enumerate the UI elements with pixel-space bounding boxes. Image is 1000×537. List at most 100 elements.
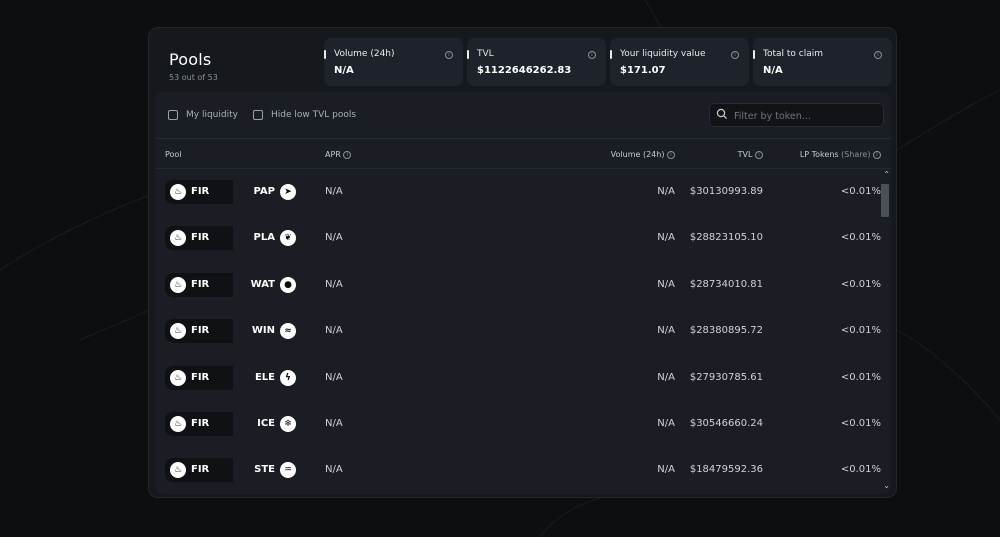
- token-b: STE ♒: [233, 458, 301, 483]
- hide-low-tvl-checkbox[interactable]: Hide low TVL pools: [253, 110, 356, 120]
- token-b: ELE ϟ: [233, 365, 301, 390]
- info-icon[interactable]: i: [445, 51, 453, 59]
- token-b-symbol: WIN: [251, 325, 275, 337]
- fire-icon: ♨: [170, 323, 186, 340]
- tvl-value: $30130993.89: [689, 186, 763, 197]
- token-a-symbol: FIR: [191, 464, 210, 476]
- search-input[interactable]: [732, 107, 881, 125]
- stat-label: Total to claim: [763, 49, 824, 59]
- col-pool[interactable]: Pool: [165, 150, 182, 159]
- pool-count: 53 out of 53: [169, 73, 218, 82]
- apr-value: N/A: [325, 325, 343, 337]
- token-b-symbol: ICE: [257, 417, 275, 429]
- stat-value: $1122646262.83: [477, 65, 572, 76]
- info-icon[interactable]: i: [755, 150, 763, 159]
- col-apr[interactable]: APR i: [325, 150, 352, 159]
- info-icon[interactable]: i: [667, 150, 675, 159]
- lp-share-value: <0.01%: [840, 417, 881, 429]
- checkbox-box[interactable]: [168, 110, 178, 120]
- volume-value: N/A: [657, 232, 675, 244]
- token-b: WAT ●: [233, 272, 301, 297]
- stat-accent-bar: [753, 50, 755, 59]
- col-volume[interactable]: Volume (24h) i: [611, 150, 675, 159]
- token-pair[interactable]: ♨ FIR STE ♒: [165, 458, 301, 483]
- fire-icon: ♨: [170, 462, 186, 479]
- table-row[interactable]: ♨ FIR WAT ● N/A N/A $28734010.81 <0.01%: [155, 262, 891, 308]
- col-tvl[interactable]: TVL i: [738, 150, 763, 159]
- info-icon[interactable]: i: [588, 51, 596, 59]
- pools-table-container: My liquidity Hide low TVL pools Pool APR…: [155, 92, 891, 494]
- lp-share-value: <0.01%: [840, 325, 881, 337]
- scrollbar-thumb[interactable]: [881, 184, 889, 217]
- stat-accent-bar: [324, 50, 326, 59]
- water-drop-icon: ●: [280, 276, 296, 293]
- tvl-value: $28380895.72: [689, 325, 763, 337]
- token-pair[interactable]: ♨ FIR PAP ➤: [165, 180, 301, 204]
- info-icon[interactable]: i: [731, 51, 739, 59]
- apr-value: N/A: [325, 417, 343, 429]
- stat-label: Your liquidity value: [620, 49, 706, 59]
- table-row[interactable]: ♨ FIR STE ♒ N/A N/A $18479592.36 <0.01%: [155, 447, 891, 493]
- stat-value: N/A: [763, 65, 783, 76]
- stat-accent-bar: [467, 50, 469, 59]
- apr-value: N/A: [325, 371, 343, 383]
- fire-icon: ♨: [170, 230, 186, 247]
- token-pair[interactable]: ♨ FIR ICE ❄: [165, 411, 301, 436]
- token-a-symbol: FIR: [191, 186, 210, 197]
- token-a: ♨ FIR: [165, 180, 233, 204]
- volume-value: N/A: [657, 186, 675, 197]
- token-a-symbol: FIR: [191, 325, 210, 337]
- table-scrollbar[interactable]: ⌃ ⌄: [881, 169, 891, 494]
- token-a: ♨ FIR: [165, 458, 233, 483]
- token-pair[interactable]: ♨ FIR ELE ϟ: [165, 365, 301, 390]
- token-pair[interactable]: ♨ FIR PLA ❦: [165, 226, 301, 251]
- token-a: ♨ FIR: [165, 226, 233, 251]
- wind-icon: ≈: [280, 323, 296, 340]
- apr-value: N/A: [325, 186, 343, 197]
- tvl-value: $28734010.81: [689, 278, 763, 290]
- token-filter-search[interactable]: [709, 103, 884, 127]
- token-b-symbol: STE: [254, 464, 275, 476]
- scroll-down-icon[interactable]: ⌄: [883, 481, 890, 490]
- table-row[interactable]: ♨ FIR PLA ❦ N/A N/A $28823105.10 <0.01%: [155, 215, 891, 261]
- volume-value: N/A: [657, 278, 675, 290]
- token-a-symbol: FIR: [191, 371, 210, 383]
- token-pair[interactable]: ♨ FIR WIN ≈: [165, 319, 301, 344]
- token-a-symbol: FIR: [191, 278, 210, 290]
- stat-volume: Volume (24h) i N/A: [324, 38, 463, 86]
- info-icon[interactable]: i: [343, 150, 352, 159]
- volume-value: N/A: [657, 417, 675, 429]
- token-b-symbol: PAP: [253, 186, 275, 197]
- token-a-symbol: FIR: [191, 232, 210, 244]
- info-icon[interactable]: i: [873, 150, 881, 159]
- info-icon[interactable]: i: [874, 51, 882, 59]
- token-a-symbol: FIR: [191, 417, 210, 429]
- table-row[interactable]: ♨ FIR ICE ❄ N/A N/A $30546660.24 <0.01%: [155, 401, 891, 447]
- col-lp-tokens[interactable]: LP Tokens (Share) i: [800, 150, 881, 159]
- token-b-symbol: WAT: [250, 278, 275, 290]
- lp-share-value: <0.01%: [840, 371, 881, 383]
- tvl-value: $18479592.36: [689, 464, 763, 476]
- pool-rows: ♨ FIR PAP ➤ N/A N/A $30130993.89 <0.01% …: [155, 169, 891, 494]
- volume-value: N/A: [657, 464, 675, 476]
- token-a: ♨ FIR: [165, 411, 233, 436]
- lp-share-value: <0.01%: [840, 464, 881, 476]
- steam-icon: ♒: [280, 462, 296, 479]
- token-pair[interactable]: ♨ FIR WAT ●: [165, 272, 301, 297]
- fire-icon: ♨: [170, 415, 186, 432]
- token-b-symbol: ELE: [254, 371, 275, 383]
- table-row[interactable]: ♨ FIR ELE ϟ N/A N/A $27930785.61 <0.01%: [155, 355, 891, 401]
- apr-value: N/A: [325, 464, 343, 476]
- stat-label: Volume (24h): [334, 49, 395, 59]
- pools-panel: Pools 53 out of 53 Volume (24h) i N/A TV…: [148, 27, 897, 498]
- col-tvl-label: TVL: [737, 150, 753, 159]
- checkbox-label: Hide low TVL pools: [271, 110, 357, 120]
- tvl-value: $30546660.24: [689, 417, 763, 429]
- my-liquidity-checkbox[interactable]: My liquidity: [168, 110, 238, 120]
- table-row[interactable]: ♨ FIR PAP ➤ N/A N/A $30130993.89 <0.01%: [155, 169, 891, 215]
- paper-plane-icon: ➤: [280, 184, 296, 200]
- table-row[interactable]: ♨ FIR WIN ≈ N/A N/A $28380895.72 <0.01%: [155, 308, 891, 354]
- volume-value: N/A: [657, 371, 675, 383]
- checkbox-box[interactable]: [253, 110, 263, 120]
- scroll-up-icon[interactable]: ⌃: [883, 170, 890, 179]
